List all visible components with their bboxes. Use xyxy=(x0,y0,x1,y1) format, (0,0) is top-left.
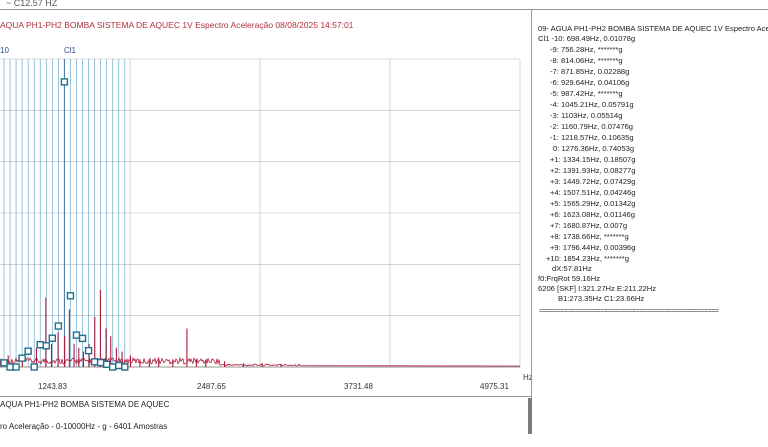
harmonic-marker xyxy=(30,363,38,371)
harmonic-marker xyxy=(90,358,99,366)
harmonic-marker xyxy=(72,331,81,339)
x-tick-label: 2487.65 xyxy=(197,382,226,391)
readout-row: -3: 1103Hz, 0.05514g xyxy=(550,111,623,120)
top-fragment-text: ~ C12.57 HZ xyxy=(6,0,58,8)
harmonic-marker xyxy=(42,342,50,350)
harmonic-cursor-layer xyxy=(3,59,126,367)
readout-delta: dX:57.81Hz xyxy=(552,264,592,273)
harmonic-marker xyxy=(12,363,20,371)
cursor-left-label: 10 xyxy=(0,46,9,55)
harmonic-marker xyxy=(96,358,105,367)
harmonic-marker xyxy=(66,292,75,300)
readout-bearing-2: B1:273.35Hz C1:23.66Hz xyxy=(558,294,645,303)
readout-row: -8: 814.06Hz, *******g xyxy=(550,56,623,65)
info-acquisition: ro Aceleração - 0-10000Hz - g - 6401 Amo… xyxy=(0,422,168,431)
readout-row: +6: 1623.08Hz, 0.01146g xyxy=(550,210,635,219)
harmonic-marker xyxy=(6,363,14,371)
readout-row: +10: 1854.23Hz, *******g xyxy=(546,254,629,263)
harmonic-marker xyxy=(115,361,123,370)
readout-row: -2: 1160.79Hz, 0.07476g xyxy=(550,122,634,131)
readout-row: +4: 1507.51Hz, 0.04246g xyxy=(550,188,636,197)
harmonic-marker xyxy=(84,346,93,355)
readout-row: +8: 1738.66Hz, *******g xyxy=(550,232,629,241)
x-tick-label: 4975.31 xyxy=(480,382,509,391)
harmonic-marker xyxy=(48,334,57,342)
readout-row: -4: 1045.21Hz, 0.05791g xyxy=(550,100,634,109)
readout-row: +3: 1449.72Hz, 0.07429g xyxy=(550,177,636,186)
readout-header: 09- AGUA PH1-PH2 BOMBA SISTEMA DE AQUEC … xyxy=(538,24,768,33)
harmonic-marker xyxy=(36,341,44,349)
readout-row: +5: 1565.29Hz, 0.01342g xyxy=(550,199,636,208)
x-tick-label: 3731.48 xyxy=(344,382,373,391)
readout-bearing: 6206 [SKF] I:321.27Hz E:211.22Hz xyxy=(538,284,657,293)
readout-row: 0: 1276.36Hz, 0.74053g xyxy=(553,144,635,153)
grid-layer xyxy=(0,58,521,368)
plot-panel-border xyxy=(531,10,532,398)
harmonic-marker xyxy=(0,359,8,367)
harmonic-marker xyxy=(54,322,63,330)
cursor-readout-panel: 09- AGUA PH1-PH2 BOMBA SISTEMA DE AQUEC … xyxy=(536,24,768,324)
harmonic-marker xyxy=(18,354,26,362)
readout-rotation: f0:FrqRot 59.16Hz xyxy=(538,274,601,283)
readout-separator: ========================================… xyxy=(539,308,719,315)
harmonic-marker xyxy=(109,363,117,371)
info-divider xyxy=(0,396,531,397)
harmonic-marker xyxy=(121,363,129,371)
info-machine-name: AQUA PH1-PH2 BOMBA SISTEMA DE AQUEC xyxy=(0,400,170,409)
readout-row: +7: 1680.87Hz, 0.007g xyxy=(550,221,628,230)
readout-row: Cl1 -10: 698.49Hz, 0.01078g xyxy=(538,34,636,43)
info-scrollbar[interactable] xyxy=(528,398,532,434)
harmonic-marker xyxy=(102,360,111,369)
x-tick-label: 1243.83 xyxy=(38,382,67,391)
readout-row: -9: 756.28Hz, *******g xyxy=(550,45,623,54)
readout-row: -7: 871.85Hz, 0.02288g xyxy=(550,67,630,76)
readout-row: -6: 929.64Hz, 0.04106g xyxy=(550,78,630,87)
harmonic-marker xyxy=(24,347,32,355)
readout-row: +9: 1796.44Hz, 0.00396g xyxy=(550,243,636,252)
readout-row: -5: 987.42Hz, *******g xyxy=(550,89,623,98)
readout-row: +1: 1334.15Hz, 0.18507g xyxy=(550,155,636,164)
harmonic-marker xyxy=(60,78,69,86)
harmonic-marker xyxy=(78,334,87,343)
spectrum-chart[interactable] xyxy=(0,55,528,373)
readout-row: -1: 1218.57Hz, 0.10635g xyxy=(550,133,634,142)
plot-title: AQUA PH1-PH2 BOMBA SISTEMA DE AQUEC 1V E… xyxy=(0,20,354,30)
readout-row: +2: 1391.93Hz, 0.08277g xyxy=(550,166,636,175)
cursor-main-label: Cl1 xyxy=(64,46,77,55)
